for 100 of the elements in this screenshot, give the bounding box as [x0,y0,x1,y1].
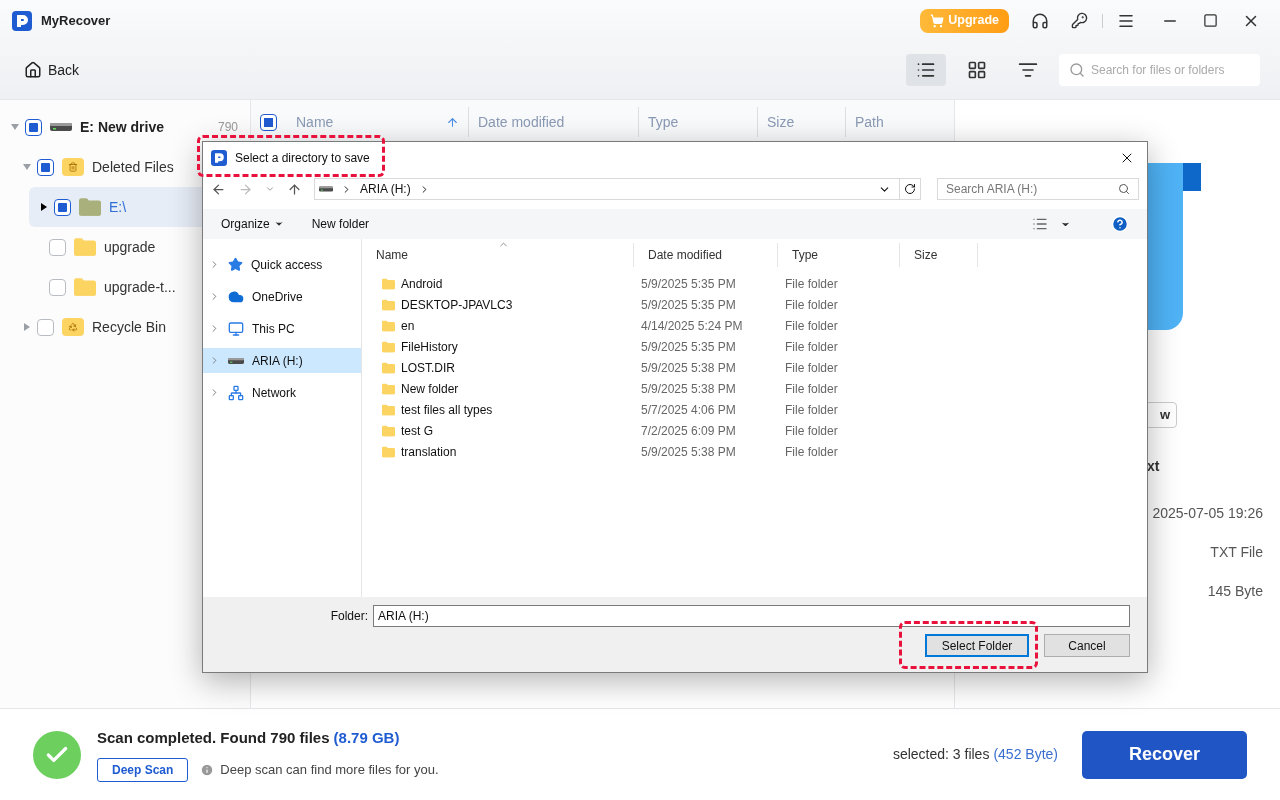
help-icon[interactable] [1111,215,1129,233]
tree-item-label: Recycle Bin [92,317,166,337]
expanded-caret-icon[interactable] [11,123,19,131]
date-cell-text: 7/2/2025 6:09 PM [640,422,737,440]
address-path: ARIA (H:) [360,181,411,198]
folder-icon [74,238,96,256]
type-cell-text: File folder [784,275,839,293]
new-folder-button[interactable]: New folder [311,215,370,233]
checkbox[interactable] [49,278,66,296]
date-cell-text: 4/14/2025 5:24 PM [640,317,744,335]
date-cell-text: 5/9/2025 5:38 PM [640,443,737,461]
checkbox[interactable] [25,118,42,136]
select-folder-button[interactable]: Select Folder [925,634,1029,657]
monitor-icon [228,320,244,337]
file-name[interactable]: LOST.DIR [401,358,455,377]
app-title: MyRecover [41,12,111,31]
scan-status: Scan completed. Found 790 files [97,728,330,749]
headphones-icon[interactable] [1031,11,1049,30]
home-icon [24,61,42,80]
folder-icon [382,423,395,438]
folder-field[interactable]: ARIA (H:) [373,605,1130,627]
search-placeholder: Search ARIA (H:) [946,181,1038,198]
type-cell-text: File folder [784,359,839,377]
type-cell-text: File folder [784,317,839,335]
file-count: 790 [217,119,239,136]
type-cell-text: File folder [784,296,839,314]
tree-item-label: E: New drive [80,117,165,137]
key-icon[interactable] [1071,12,1088,30]
nav-label: ARIA (H:) [252,352,303,370]
date-cell-text: 5/9/2025 5:35 PM [640,275,737,293]
nav-item[interactable]: ARIA (H:) [203,348,361,373]
checkbox[interactable] [54,198,71,216]
search-field[interactable]: Search ARIA (H:) [937,178,1139,200]
type-cell-text: File folder [784,443,839,461]
selected-count: selected: 3 files [892,745,990,764]
date-cell-text: 5/9/2025 5:38 PM [640,380,737,398]
list-view-button[interactable] [906,54,946,87]
folder-icon [382,381,395,396]
tree-item-label: upgrade-t... [104,277,176,297]
tree-item-label: E:\ [109,197,127,217]
folder-icon [382,402,395,417]
folder-icon [382,444,395,459]
back-button[interactable]: Back [24,59,80,81]
checkbox[interactable] [260,113,277,131]
nav-item[interactable]: Network [203,380,361,405]
folder-icon [74,278,96,296]
app-logo-icon [211,150,227,166]
file-detail: TXT File [1210,543,1264,562]
search-icon [1118,183,1130,195]
type-cell-text: File folder [784,401,839,419]
type-cell-text: File folder [784,338,839,356]
info-icon [200,762,215,777]
expanded-caret-icon[interactable] [23,163,31,171]
tree-item[interactable]: E: New drive 790 [0,107,250,147]
file-name[interactable]: en [401,316,415,335]
nav-label: Network [252,384,296,402]
column-header[interactable]: Size [900,243,978,267]
file-detail: 145 Byte [1207,582,1264,601]
cart-icon [930,13,945,28]
sort-arrow-icon[interactable] [446,115,459,129]
grid-icon [967,60,987,81]
file-name[interactable]: test files all types [401,400,493,419]
folder-icon [382,360,395,375]
type-cell-text: File folder [784,380,839,398]
file-name[interactable]: test G [401,421,433,440]
checkbox[interactable] [49,238,66,256]
file-name[interactable]: Android [401,274,443,293]
file-name[interactable]: FileHistory [401,337,458,356]
nav-label: This PC [252,320,295,338]
network-icon [228,384,244,401]
file-name[interactable]: New folder [401,379,459,398]
drive-icon [228,355,244,366]
refresh-icon[interactable] [904,183,916,195]
trash-folder-icon [62,158,84,176]
collapsed-caret-icon[interactable] [40,203,48,211]
address-bar[interactable]: ARIA (H:) [314,178,921,200]
column-header[interactable]: Date modified [634,243,778,267]
file-name[interactable]: DESKTOP-JPAVLC3 [401,295,513,314]
folder-icon [382,339,395,354]
column-header[interactable]: Type [778,243,900,267]
checkbox[interactable] [37,318,54,336]
checkbox[interactable] [37,158,54,176]
hint-text: Deep scan can find more files for you. [220,761,439,779]
recover-button[interactable]: Recover [1082,730,1247,779]
view-options-icon[interactable] [1032,216,1048,232]
app-logo-icon [12,10,32,31]
tree-item-label: Deleted Files [92,157,174,177]
type-cell-text: File folder [784,422,839,440]
date-cell-text: 5/9/2025 5:35 PM [640,296,737,314]
date-cell-text: 5/9/2025 5:38 PM [640,359,737,377]
column-header[interactable]: Name [362,243,634,267]
cancel-button[interactable]: Cancel [1044,634,1130,657]
search-placeholder: Search for files or folders [1091,62,1225,80]
maximize-icon[interactable] [1203,13,1218,29]
drive-icon [50,122,72,132]
tree-item-label: upgrade [104,237,156,257]
deep-scan-button[interactable]: Deep Scan [97,757,189,782]
scan-size: (8.79 GB) [333,728,400,749]
file-name[interactable]: translation [401,442,457,461]
file-detail: 2025-07-05 19:26 [1152,504,1264,523]
